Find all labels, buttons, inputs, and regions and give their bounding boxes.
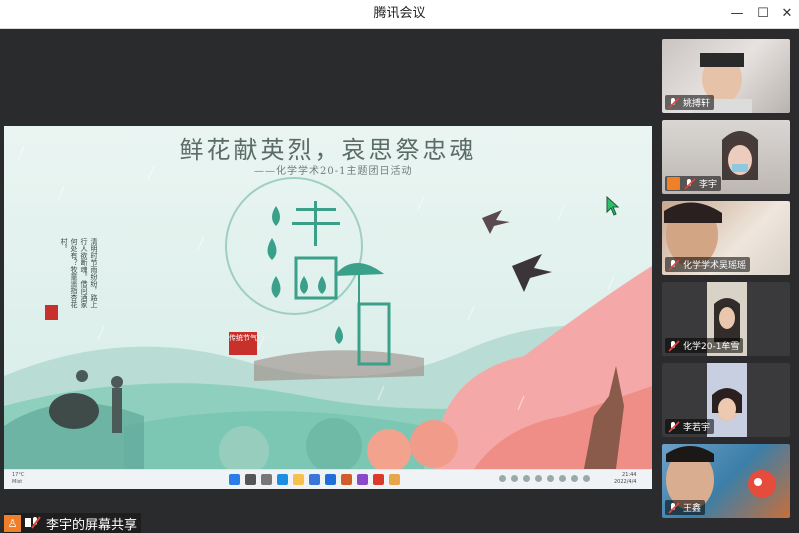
participant-panel: 姚搏轩 李宇 化学学术吴瑶瑶 化学20-1牟雪 李若宇 王鑫 — [655, 29, 799, 533]
participant-name-tag: 李宇 — [665, 176, 722, 191]
participant-name-tag: 王鑫 — [665, 500, 706, 515]
small-seal — [45, 305, 58, 320]
muted-mic-icon — [668, 420, 680, 433]
app-title: 腾讯会议 — [373, 6, 426, 21]
participant-tile[interactable]: 化学学术吴瑶瑶 — [662, 201, 790, 275]
participant-tile[interactable]: 李若宇 — [662, 363, 790, 437]
screen-share-label: ♙ 李宇的屏幕共享 — [4, 513, 142, 533]
taskbar-clock: 21:44 2022/4/4 — [614, 472, 637, 485]
title-bar: 腾讯会议 — ☐ ✕ — [0, 0, 799, 29]
share-label-text: 李宇的屏幕共享 — [46, 517, 138, 533]
shared-screen[interactable]: 鲜花献英烈，哀思祭忠魂 ——化学学术20-1主题团日活动 清明时节雨纷纷，路上行… — [4, 126, 652, 489]
browser-icon — [341, 474, 352, 485]
main-stage: 鲜花献英烈，哀思祭忠魂 ——化学学术20-1主题团日活动 清明时节雨纷纷，路上行… — [0, 29, 655, 533]
task-view-icon — [261, 474, 272, 485]
poster-subtitle: ——化学学术20-1主题团日活动 — [254, 166, 413, 177]
meeting-icon — [325, 474, 336, 485]
participant-tile[interactable]: 化学20-1牟雪 — [662, 282, 790, 356]
participant-name-tag: 李若宇 — [665, 419, 715, 434]
store-icon — [309, 474, 320, 485]
participant-tile[interactable]: 姚搏轩 — [662, 39, 790, 113]
poster-title: 鲜花献英烈，哀思祭忠魂 — [179, 136, 477, 164]
folder-icon — [293, 474, 304, 485]
muted-mic-icon — [684, 177, 696, 190]
participant-name-tag: 化学20-1牟雪 — [665, 338, 744, 353]
shared-taskbar: 17°C Mist 21:44 2022/4/4 — [4, 469, 652, 489]
search-icon — [245, 474, 256, 485]
poster-artwork — [4, 126, 652, 469]
participant-name-tag: 姚搏轩 — [665, 95, 715, 110]
muted-mic-icon — [23, 515, 43, 532]
taskbar-icons — [229, 474, 400, 486]
muted-mic-icon — [668, 501, 680, 514]
windows-icon — [229, 474, 240, 485]
muted-mic-icon — [668, 339, 680, 352]
muted-mic-icon — [668, 96, 680, 109]
system-tray — [499, 475, 590, 482]
participant-name-tag: 化学学术吴瑶瑶 — [665, 257, 751, 272]
participant-tile[interactable]: 李宇 — [662, 120, 790, 194]
participant-tile[interactable]: 王鑫 — [662, 444, 790, 518]
cursor-icon — [606, 196, 620, 216]
muted-mic-icon — [668, 258, 680, 271]
document-icon — [389, 474, 400, 485]
edge-icon — [277, 474, 288, 485]
taskbar-weather: 17°C Mist — [12, 472, 25, 485]
poem-text: 清明时节雨纷纷，路上行人欲断魂。借问酒家何处有？牧童遥指杏花村。 — [60, 238, 98, 308]
person-icon — [667, 177, 680, 190]
close-button[interactable]: ✕ — [772, 0, 799, 28]
festival-seal: 传统节气 — [229, 332, 257, 355]
person-icon: ♙ — [4, 514, 21, 532]
wps-icon — [373, 474, 384, 485]
app-icon — [357, 474, 368, 485]
